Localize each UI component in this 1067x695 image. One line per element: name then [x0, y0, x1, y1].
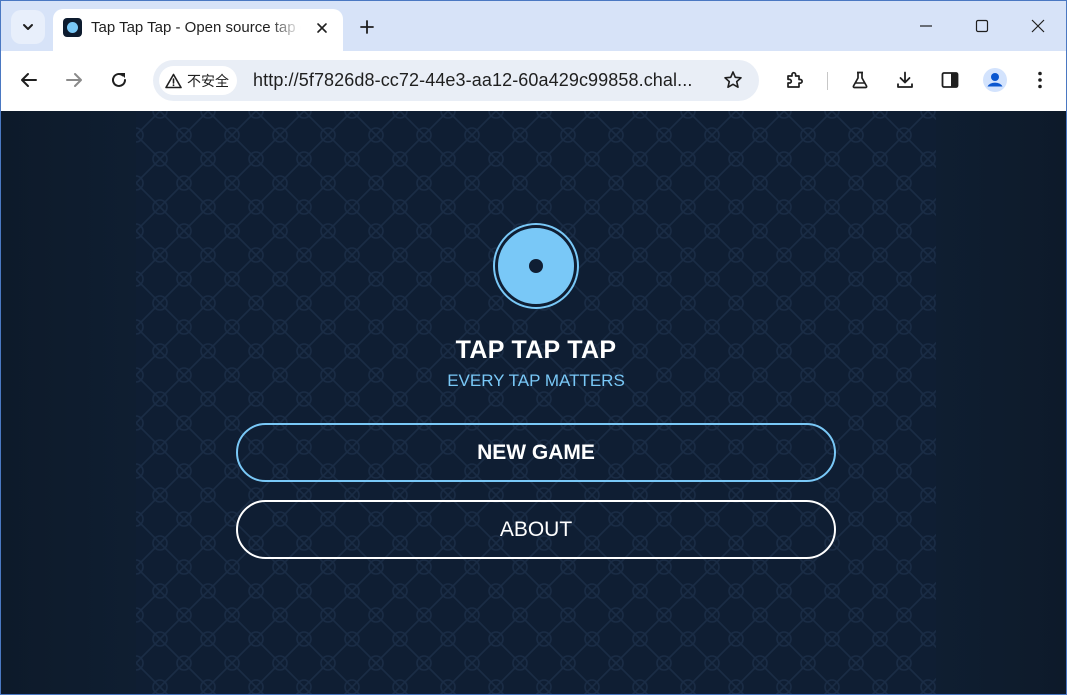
chevron-down-icon [23, 24, 33, 30]
game-logo-icon [495, 225, 577, 307]
close-icon [1031, 19, 1045, 33]
minimize-button[interactable] [898, 1, 954, 51]
new-game-button[interactable]: NEW GAME [236, 423, 836, 482]
minimize-icon [920, 25, 932, 27]
bookmark-button[interactable] [721, 68, 745, 92]
security-label: 不安全 [187, 73, 229, 90]
url-text: http://5f7826d8-cc72-44e3-aa12-60a429c99… [253, 70, 693, 90]
browser-toolbar: 不安全 http://5f7826d8-cc72-44e3-aa12-60a42… [1, 51, 1066, 111]
browser-window: Tap Tap Tap - Open source tap game [0, 0, 1067, 695]
flask-icon [852, 71, 868, 89]
reload-button[interactable] [102, 63, 136, 97]
logo-center-dot [529, 259, 543, 273]
arrow-right-icon [66, 73, 82, 87]
page-gutter-right [936, 111, 1066, 694]
tab-close-button[interactable] [311, 17, 333, 39]
browser-menu-button[interactable] [1023, 63, 1057, 97]
game-title: TAP TAP TAP [455, 336, 617, 364]
game-stage: TAP TAP TAP EVERY TAP MATTERS NEW GAME A… [136, 111, 936, 694]
profile-button[interactable] [978, 63, 1012, 97]
side-panel-button[interactable] [933, 63, 967, 97]
toolbar-divider [827, 72, 828, 90]
page-viewport: TAP TAP TAP EVERY TAP MATTERS NEW GAME A… [1, 111, 1066, 694]
arrow-left-icon [21, 73, 37, 87]
extensions-button[interactable] [777, 63, 811, 97]
maximize-icon [975, 19, 989, 33]
about-button[interactable]: ABOUT [236, 500, 836, 559]
address-bar[interactable]: 不安全 http://5f7826d8-cc72-44e3-aa12-60a42… [153, 60, 759, 101]
active-tab[interactable]: Tap Tap Tap - Open source tap game [53, 9, 343, 51]
tab-title: Tap Tap Tap - Open source tap game [91, 19, 301, 36]
warning-icon [165, 73, 182, 88]
page-gutter-left [1, 111, 136, 694]
forward-button[interactable] [57, 63, 91, 97]
side-panel-icon [941, 72, 959, 88]
game-subtitle: EVERY TAP MATTERS [447, 371, 625, 390]
star-icon [724, 71, 742, 88]
reload-icon [112, 72, 126, 87]
downloads-button[interactable] [888, 63, 922, 97]
puzzle-icon [787, 71, 803, 88]
back-button[interactable] [12, 63, 46, 97]
tab-strip: Tap Tap Tap - Open source tap game [1, 1, 1066, 51]
plus-icon [360, 20, 374, 34]
site-favicon-icon [63, 18, 82, 37]
avatar-icon [983, 68, 1007, 92]
maximize-button[interactable] [954, 1, 1010, 51]
tab-search-button[interactable] [11, 10, 45, 44]
download-icon [897, 71, 913, 88]
more-vertical-icon [1038, 71, 1042, 89]
labs-button[interactable] [843, 63, 877, 97]
window-close-button[interactable] [1010, 1, 1066, 51]
new-tab-button[interactable] [353, 13, 381, 41]
security-indicator[interactable]: 不安全 [159, 66, 237, 95]
background-pattern [136, 111, 936, 694]
close-icon [317, 23, 327, 33]
